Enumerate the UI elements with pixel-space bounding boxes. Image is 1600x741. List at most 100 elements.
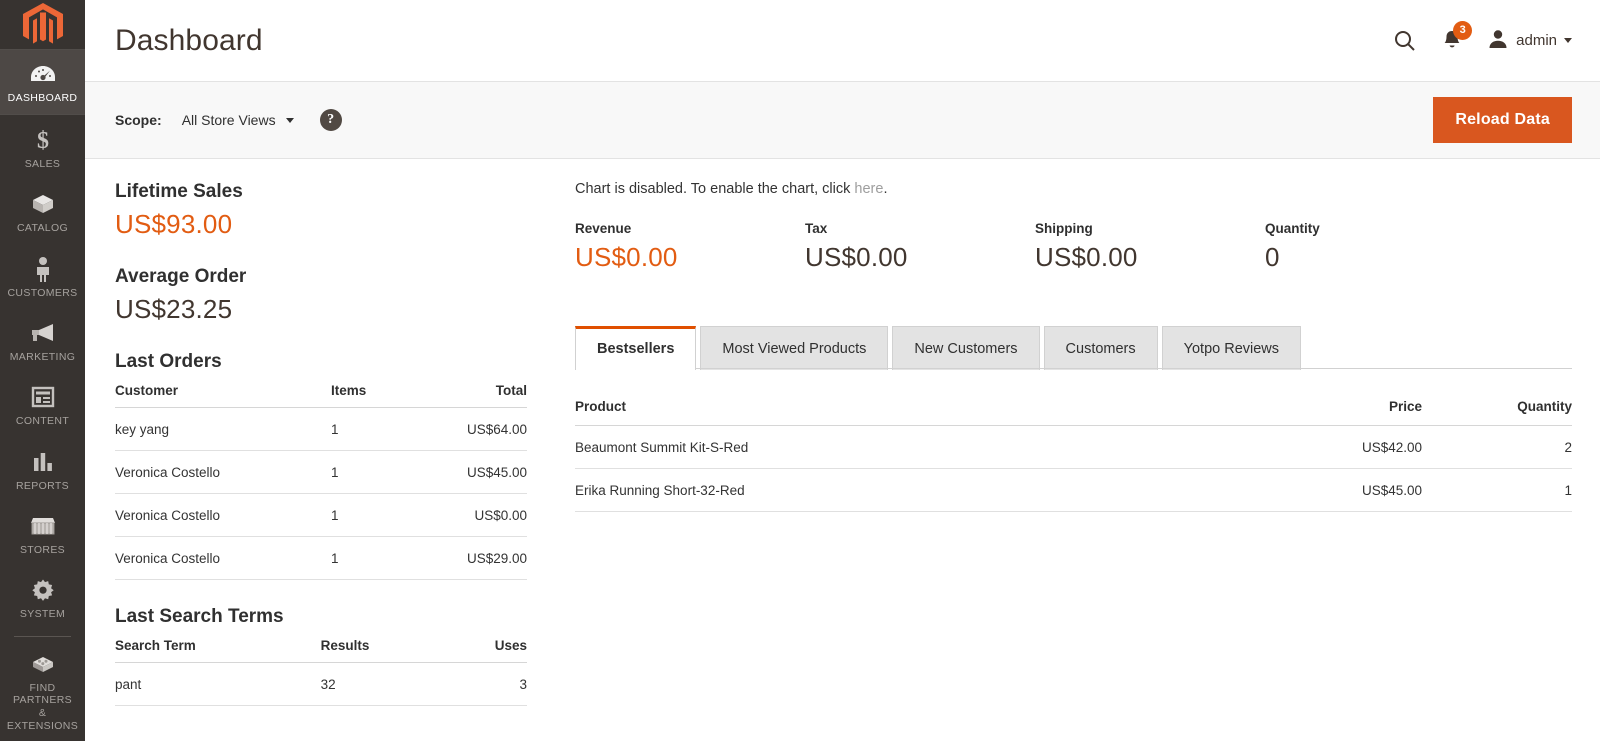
question-mark-icon[interactable]: ? (320, 109, 342, 131)
cell-total: US$29.00 (404, 537, 527, 580)
sidebar-item-sales[interactable]: $ SALES (0, 115, 85, 179)
cell-search-term: pant (115, 663, 321, 706)
admin-user-menu[interactable]: admin (1487, 28, 1572, 54)
cell-total: US$45.00 (404, 451, 527, 494)
kpi-tax: Tax US$0.00 (805, 221, 1035, 273)
last-search-terms-block: Last Search Terms Search Term Results Us… (115, 606, 527, 706)
magento-logo[interactable] (0, 0, 85, 49)
kpi-row: Revenue US$0.00 Tax US$0.00 Shipping US$… (575, 221, 1572, 273)
sidebar-item-reports[interactable]: REPORTS (0, 437, 85, 501)
svg-text:$: $ (37, 128, 49, 153)
chart-disabled-message: Chart is disabled. To enable the chart, … (575, 181, 1572, 197)
sidebar-item-customers[interactable]: CUSTOMERS (0, 244, 85, 308)
table-row[interactable]: Veronica Costello 1 US$29.00 (115, 537, 527, 580)
sidebar-item-stores[interactable]: STORES (0, 501, 85, 565)
lifetime-sales-block: Lifetime Sales US$93.00 (115, 181, 527, 240)
notifications-bell-icon[interactable]: 3 (1441, 29, 1463, 53)
extension-block-icon (29, 651, 57, 677)
cell-items: 1 (331, 408, 404, 451)
last-orders-table: Customer Items Total key yang 1 US$64.00 (115, 379, 527, 580)
table-row[interactable]: Beaumont Summit Kit-S-Red US$42.00 2 (575, 426, 1572, 469)
sidebar-item-label: SYSTEM (20, 608, 65, 620)
lifetime-sales-title: Lifetime Sales (115, 181, 527, 203)
kpi-value: US$0.00 (575, 242, 805, 273)
cell-uses: 3 (445, 663, 527, 706)
kpi-value: US$0.00 (1035, 242, 1265, 273)
dashboard-tabs: Bestsellers Most Viewed Products New Cus… (575, 325, 1572, 369)
table-row[interactable]: key yang 1 US$64.00 (115, 408, 527, 451)
kpi-label: Revenue (575, 221, 805, 236)
scope-selected-value: All Store Views (182, 112, 276, 128)
enable-chart-link[interactable]: here (854, 181, 883, 197)
cell-price: US$42.00 (1262, 426, 1422, 469)
reload-data-button[interactable]: Reload Data (1433, 97, 1572, 143)
last-orders-block: Last Orders Customer Items Total key yan… (115, 351, 527, 580)
kpi-revenue: Revenue US$0.00 (575, 221, 805, 273)
table-row[interactable]: pant 32 3 (115, 663, 527, 706)
column-header-total: Total (404, 379, 527, 408)
table-row[interactable]: Veronica Costello 1 US$45.00 (115, 451, 527, 494)
sidebar-item-label: SALES (25, 158, 61, 170)
sidebar-item-catalog[interactable]: CATALOG (0, 179, 85, 243)
column-header-product: Product (575, 395, 1262, 426)
cell-total: US$0.00 (404, 494, 527, 537)
sidebar-item-label: STORES (20, 544, 65, 556)
last-search-terms-table: Search Term Results Uses pant 32 3 (115, 634, 527, 706)
chart-disabled-text: Chart is disabled. To enable the chart, … (575, 181, 854, 197)
table-header-row: Customer Items Total (115, 379, 527, 408)
dashboard-gauge-icon (30, 61, 56, 87)
sidebar-item-label: CATALOG (17, 222, 68, 234)
page-title: Dashboard (115, 24, 263, 58)
sidebar-item-dashboard[interactable]: DASHBOARD (0, 49, 85, 114)
tab-new-customers[interactable]: New Customers (892, 326, 1039, 370)
admin-user-name: admin (1516, 32, 1557, 49)
kpi-value: US$0.00 (805, 242, 1035, 273)
table-row[interactable]: Erika Running Short-32-Red US$45.00 1 (575, 469, 1572, 512)
last-search-terms-title: Last Search Terms (115, 606, 527, 628)
bar-chart-icon (31, 449, 55, 475)
sidebar-item-find-partners-extensions[interactable]: FIND PARTNERS & EXTENSIONS (0, 639, 85, 741)
kpi-quantity: Quantity 0 (1265, 221, 1495, 273)
box-icon (29, 191, 57, 217)
megaphone-icon (29, 320, 57, 346)
column-header-price: Price (1262, 395, 1422, 426)
cell-items: 1 (331, 537, 404, 580)
cell-results: 32 (321, 663, 445, 706)
sidebar-item-label: MARKETING (10, 351, 76, 363)
cell-items: 1 (331, 451, 404, 494)
scope-store-view-select[interactable]: All Store Views (182, 112, 294, 128)
table-header-row: Product Price Quantity (575, 395, 1572, 426)
tab-bestsellers[interactable]: Bestsellers (575, 326, 696, 370)
sidebar-item-label: CONTENT (16, 415, 69, 427)
main-sidebar: DASHBOARD $ SALES CATALOG CUSTOMERS MARK… (0, 0, 85, 741)
sidebar-item-system[interactable]: SYSTEM (0, 565, 85, 629)
sidebar-item-marketing[interactable]: MARKETING (0, 308, 85, 372)
cell-quantity: 2 (1422, 426, 1572, 469)
cell-price: US$45.00 (1262, 469, 1422, 512)
cell-total: US$64.00 (404, 408, 527, 451)
table-row[interactable]: Veronica Costello 1 US$0.00 (115, 494, 527, 537)
tab-yotpo-reviews[interactable]: Yotpo Reviews (1162, 326, 1301, 370)
average-order-block: Average Order US$23.25 (115, 266, 527, 325)
column-header-quantity: Quantity (1422, 395, 1572, 426)
magento-logo-icon (23, 3, 63, 47)
notifications-count-badge: 3 (1453, 21, 1472, 40)
column-header-customer: Customer (115, 379, 331, 408)
sidebar-item-content[interactable]: CONTENT (0, 372, 85, 436)
average-order-value: US$23.25 (115, 294, 527, 325)
search-icon[interactable] (1393, 29, 1417, 53)
dashboard-left-column: Lifetime Sales US$93.00 Average Order US… (115, 181, 567, 741)
cell-product: Beaumont Summit Kit-S-Red (575, 426, 1262, 469)
chart-disabled-suffix: . (883, 181, 887, 197)
kpi-label: Tax (805, 221, 1035, 236)
tab-customers[interactable]: Customers (1044, 326, 1158, 370)
chevron-down-icon (286, 118, 294, 123)
sidebar-item-label-line2: & EXTENSIONS (2, 707, 83, 732)
table-header-row: Search Term Results Uses (115, 634, 527, 663)
average-order-title: Average Order (115, 266, 527, 288)
tab-most-viewed-products[interactable]: Most Viewed Products (700, 326, 888, 370)
column-header-uses: Uses (445, 634, 527, 663)
cell-customer: Veronica Costello (115, 537, 331, 580)
layout-page-icon (31, 384, 55, 410)
sidebar-item-label: DASHBOARD (8, 92, 78, 104)
